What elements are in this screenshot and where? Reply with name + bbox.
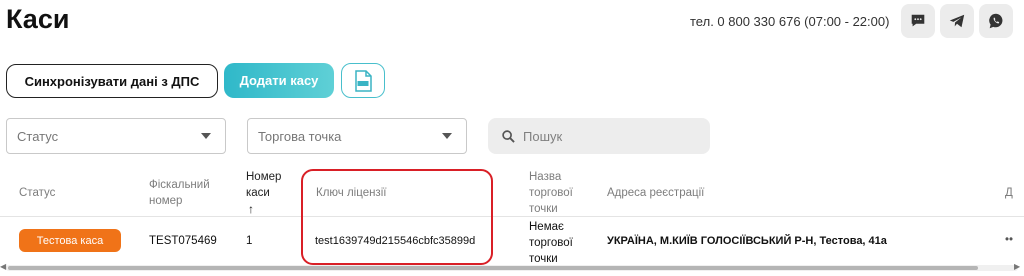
status-badge: Тестова каса [19,229,121,252]
column-header-point[interactable]: Назва торгової точки [529,169,573,217]
fiscal-number-cell: TEST075469 [149,235,217,247]
scrollbar-thumb[interactable] [8,266,978,270]
column-header-number[interactable]: Номер каси ↑ [246,169,281,217]
table-header-divider [0,216,1024,217]
export-xlsx-button[interactable] [341,63,385,98]
chevron-down-icon [442,133,452,139]
column-header-point-line3: точки [529,203,558,215]
trade-point-line2: торгової [529,237,573,249]
scroll-left-arrow-icon[interactable]: ◀ [0,262,6,271]
column-header-status[interactable]: Статус [19,185,55,201]
trade-point-select-value: Торгова точка [258,128,342,144]
scroll-right-arrow-icon[interactable]: ▶ [1014,262,1020,271]
status-select-value: Статус [17,128,59,144]
page-title: Каси [6,4,70,34]
search-input[interactable] [523,128,693,144]
register-number-cell: 1 [246,235,253,247]
license-key-highlight [301,169,493,265]
status-select[interactable]: Статус [6,118,226,154]
row-more-icon[interactable]: •• [1005,232,1013,248]
telegram-button[interactable] [940,4,974,38]
chat-icon [911,14,925,27]
trade-point-select[interactable]: Торгова точка [247,118,467,154]
xlsx-file-icon [355,69,372,92]
column-header-address[interactable]: Адреса реєстрації [607,185,704,201]
telegram-icon [949,14,965,28]
chat-button[interactable] [901,4,935,38]
column-header-fiscal-line1: Фіскальний [149,179,210,191]
address-cell: УКРАЇНА, М.КИЇВ ГОЛОСІЇВСЬКИЙ Р-Н, Тесто… [607,235,887,247]
viber-button[interactable] [979,4,1013,38]
column-header-number-line1: Номер [246,171,282,183]
column-header-extra[interactable]: Д [1005,185,1013,201]
column-header-point-line1: Назва [529,171,562,183]
column-header-fiscal[interactable]: Фіскальний номер [149,177,210,209]
trade-point-cell: Немає торгової точки [529,219,573,267]
column-header-fiscal-line2: номер [149,195,183,207]
sort-arrow-icon: ↑ [248,202,254,216]
sync-dps-button[interactable]: Синхронізувати дані з ДПС [6,64,218,98]
search-box[interactable] [488,118,710,154]
column-header-number-line2: каси [246,187,270,199]
search-icon [502,129,515,143]
column-header-point-line2: торгової [529,187,573,199]
chevron-down-icon [201,133,211,139]
support-phone: тел. 0 800 330 676 (07:00 - 22:00) [690,14,890,29]
add-cash-register-button[interactable]: Додати касу [224,63,334,98]
trade-point-line1: Немає [529,221,564,233]
viber-icon [989,13,1003,29]
